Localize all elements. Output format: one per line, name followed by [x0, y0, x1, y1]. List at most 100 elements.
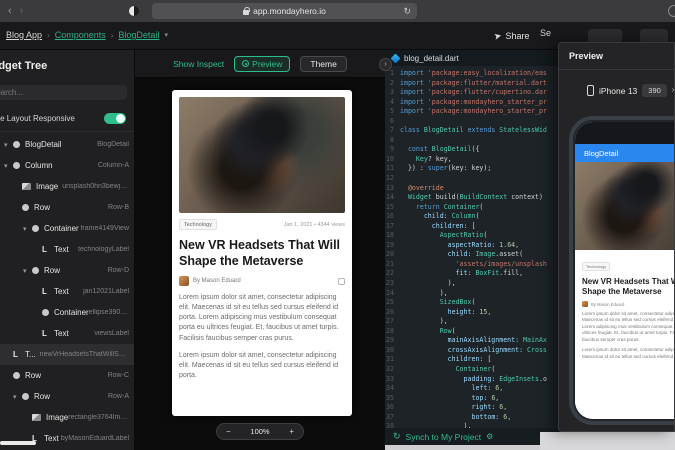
tree-row[interactable]: ▾Containerellipse3908View	[0, 302, 134, 323]
responsive-toggle-row: Make Layout Responsive	[0, 114, 134, 123]
show-inspect-button[interactable]: Show Inspect	[173, 59, 224, 69]
code-line: 6	[385, 117, 560, 127]
article-paragraph: Lorem ipsum dolor sit amet, consectetur …	[179, 293, 345, 344]
preview-panel-title: Preview	[569, 51, 674, 61]
browser-extension-icon[interactable]	[129, 6, 139, 16]
tree-row[interactable]: ▾RowRow-C	[0, 365, 134, 386]
line-number: 17	[385, 222, 400, 232]
tree-row[interactable]: ▾LTextbyMasonEduardLabel	[0, 428, 134, 449]
tree-caret-icon[interactable]: ▾	[4, 162, 13, 170]
code-line: 21 'assets/images/unsplash	[385, 260, 560, 270]
tab-blog-detail-dart[interactable]: blog_detail.dart	[404, 54, 459, 63]
tree-row[interactable]: ▾LTextjan12021Label	[0, 281, 134, 302]
line-number: 37	[385, 413, 400, 423]
line-number: 16	[385, 212, 400, 222]
tree-row[interactable]: ▾RowRow-D	[0, 260, 134, 281]
editor-tabbar: blog_detail.dart	[385, 50, 560, 66]
responsive-toggle[interactable]	[104, 113, 126, 124]
tree-row[interactable]: ▾Imageunsplash0hn3bewjbfzyImageView	[0, 176, 134, 197]
tree-caret-icon[interactable]: ▾	[23, 225, 32, 233]
code-line: 32 Container(	[385, 365, 560, 375]
tree-caret-icon[interactable]: ▾	[23, 267, 32, 275]
theme-button[interactable]: Theme	[300, 56, 346, 72]
breadcrumb-blogdetail[interactable]: BlogDetail	[118, 30, 159, 40]
article-body: Lorem ipsum dolor sit amet, consectetur …	[179, 293, 345, 381]
line-number: 4	[385, 98, 400, 108]
tree-node-value: viewsLabel	[94, 330, 134, 337]
tree-caret-icon[interactable]: ▾	[13, 393, 22, 401]
share-button[interactable]: ➤ Share	[494, 28, 530, 44]
panel-collapse-handle[interactable]: ›	[379, 58, 392, 71]
code-line: 18 AspectRatio(	[385, 231, 560, 241]
window-edge	[385, 445, 560, 450]
reload-icon[interactable]: ↻	[403, 6, 411, 17]
bookmark-icon[interactable]	[338, 278, 345, 285]
settings-button[interactable]: Se	[540, 28, 551, 38]
tree-row[interactable]: ▾LT...newVrHeadsetsThatWillShapeTheMe...	[0, 344, 134, 365]
tree-node-value: rectangle3764ImageView	[68, 414, 134, 421]
phone-author-name: By Mason Eduard	[591, 302, 624, 307]
line-number: 12	[385, 174, 400, 184]
code-content[interactable]: 1import 'package:easy_localization/eas2i…	[385, 69, 560, 429]
tree-node-name: Text	[54, 329, 69, 338]
code-line: 16 child: Column(	[385, 212, 560, 222]
search-input[interactable]	[0, 85, 127, 100]
breadcrumb-components[interactable]: Components	[55, 30, 106, 40]
tree-node-name: Row	[25, 371, 41, 380]
code-line: 24 ),	[385, 289, 560, 299]
category-tag: Technology	[179, 219, 217, 230]
code-line: 30 crossAxisAlignment: Cross	[385, 346, 560, 356]
browser-profile-icon[interactable]	[668, 5, 675, 17]
tree-row[interactable]: ▾RowRow-B	[0, 197, 134, 218]
tree-row[interactable]: ▾Containerframe4149View	[0, 218, 134, 239]
tree-node-value: jan12021Label	[83, 288, 134, 295]
sync-to-project-button[interactable]: Synch to My Project	[406, 432, 482, 442]
phone-author-avatar	[582, 301, 588, 307]
lock-icon	[243, 10, 249, 15]
breadcrumb-blog-app[interactable]: Blog App	[6, 30, 42, 40]
header-obscured-button[interactable]	[640, 29, 668, 43]
sync-icon: ↻	[393, 431, 401, 442]
line-number: 10	[385, 155, 400, 165]
tree-node-value: technologyLabel	[78, 246, 134, 253]
phone-article-title: New VR Headsets That Will Shape the Meta…	[582, 277, 675, 297]
author-avatar	[179, 276, 189, 286]
line-number: 21	[385, 260, 400, 270]
browser-forward-icon[interactable]: ›	[20, 5, 24, 17]
address-bar[interactable]: app.mondayhero.io ↻	[152, 3, 417, 19]
phone-article-body: Lorem ipsum dolor sit amet, consectetur …	[582, 311, 675, 360]
tree-caret-icon[interactable]: ▾	[4, 141, 13, 149]
horizontal-scrollbar[interactable]	[0, 441, 36, 445]
phone-notch	[608, 122, 670, 134]
zoom-control: − 100% +	[216, 423, 304, 440]
device-select[interactable]: iPhone 13	[599, 86, 637, 96]
line-number: 29	[385, 336, 400, 346]
zoom-in-button[interactable]: +	[289, 427, 294, 436]
tree-row[interactable]: ▾BlogDetailBlogDetail	[0, 134, 134, 155]
code-line: 14 Widget build(BuildContext context)	[385, 193, 560, 203]
tree-row[interactable]: ▾RowRow-A	[0, 386, 134, 407]
chevron-down-icon[interactable]: ▾	[164, 31, 168, 39]
line-number: 5	[385, 107, 400, 117]
tree-row[interactable]: ▾ColumnColumn-A	[0, 155, 134, 176]
code-line: 5import 'package:mondayhero_starter_pr	[385, 107, 560, 117]
tree-node-name: Container	[54, 308, 89, 317]
code-line: 33 padding: EdgeInsets.o	[385, 375, 560, 385]
code-line: 9 const BlogDetail({	[385, 145, 560, 155]
code-line: 25 SizedBox(	[385, 298, 560, 308]
zoom-out-button[interactable]: −	[226, 427, 231, 436]
header-obscured-button[interactable]	[588, 29, 622, 43]
dart-file-icon	[391, 53, 401, 63]
line-number: 23	[385, 279, 400, 289]
box-icon	[13, 372, 20, 379]
tree-row[interactable]: ▾Imagerectangle3764ImageView	[0, 407, 134, 428]
code-line: 17 children: [	[385, 222, 560, 232]
sync-settings-icon[interactable]: ⚙	[486, 432, 493, 441]
browser-back-icon[interactable]: ‹	[8, 5, 12, 17]
box-icon	[13, 141, 20, 148]
device-width-input[interactable]: 390	[642, 84, 667, 97]
tree-row[interactable]: ▾LTextviewsLabel	[0, 323, 134, 344]
tree-row[interactable]: ▾LTexttechnologyLabel	[0, 239, 134, 260]
preview-mode-button[interactable]: Preview	[234, 56, 290, 72]
tree-node-name: Image	[36, 182, 58, 191]
